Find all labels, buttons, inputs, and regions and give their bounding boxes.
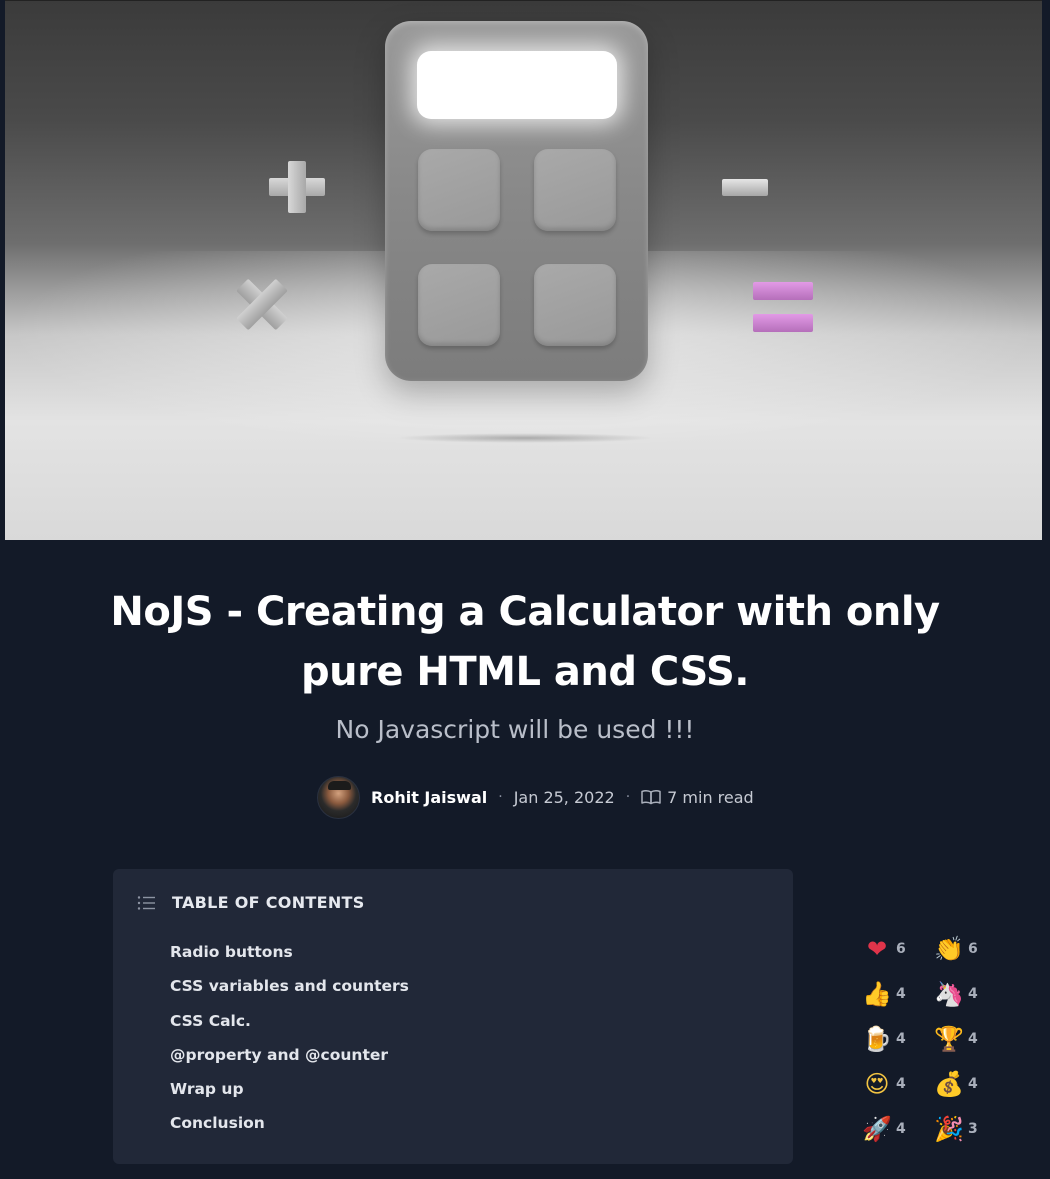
rocket-icon: 🚀	[862, 1115, 892, 1143]
money-bag-icon: 💰	[934, 1070, 964, 1098]
book-open-icon	[641, 790, 661, 805]
toc-header: TABLE OF CONTENTS	[137, 893, 365, 912]
toc-list: Radio buttons CSS variables and counters…	[170, 939, 409, 1145]
article-title: NoJS - Creating a Calculator with only p…	[110, 589, 940, 695]
publish-date[interactable]: Jan 25, 2022	[514, 788, 615, 807]
equals-icon	[753, 314, 813, 332]
reaction-clap[interactable]: 👏 6	[934, 930, 978, 968]
list-icon	[137, 895, 155, 910]
read-time: 7 min read	[667, 787, 754, 807]
calculator-illustration	[385, 21, 648, 381]
reaction-count: 4	[896, 1076, 906, 1092]
reaction-trophy[interactable]: 🏆 4	[934, 1020, 978, 1058]
toc-item-radio-buttons[interactable]: Radio buttons	[170, 939, 409, 973]
reaction-count: 4	[896, 1031, 906, 1047]
heart-eyes-icon: 😍	[864, 1070, 890, 1098]
reaction-count: 6	[896, 941, 906, 957]
equals-icon	[753, 282, 813, 300]
reaction-count: 6	[968, 941, 978, 957]
clap-icon: 👏	[934, 935, 964, 963]
author-avatar[interactable]	[317, 775, 360, 819]
calculator-key	[534, 149, 616, 231]
reaction-unicorn[interactable]: 🦄 4	[934, 975, 978, 1013]
toc-item-conclusion[interactable]: Conclusion	[170, 1110, 409, 1144]
reaction-count: 4	[896, 986, 906, 1002]
author-name[interactable]: Rohit Jaiswal	[371, 788, 487, 807]
reaction-heart-eyes[interactable]: 😍 4	[862, 1065, 906, 1103]
calculator-key	[418, 149, 500, 231]
table-of-contents: TABLE OF CONTENTS Radio buttons CSS vari…	[113, 869, 793, 1164]
party-popper-icon: 🎉	[934, 1115, 964, 1143]
toc-item-wrap-up[interactable]: Wrap up	[170, 1076, 409, 1110]
article-meta: Rohit Jaiswal · Jan 25, 2022 · 7 min rea…	[317, 775, 754, 819]
reaction-money-bag[interactable]: 💰 4	[934, 1065, 978, 1103]
trophy-icon: 🏆	[934, 1025, 964, 1053]
reaction-rocket[interactable]: 🚀 4	[862, 1110, 906, 1148]
calculator-key	[418, 264, 500, 346]
reaction-count: 4	[968, 986, 978, 1002]
reaction-beer[interactable]: 🍺 4	[862, 1020, 906, 1058]
toc-item-css-calc[interactable]: CSS Calc.	[170, 1008, 409, 1042]
heart-icon: ❤	[866, 935, 888, 963]
meta-separator: ·	[625, 789, 631, 805]
toc-title: TABLE OF CONTENTS	[172, 893, 365, 912]
calculator-shadow	[395, 433, 655, 443]
beer-icon: 🍺	[862, 1025, 892, 1053]
reaction-count: 3	[968, 1121, 978, 1137]
reaction-heart[interactable]: ❤ 6	[862, 930, 906, 968]
meta-separator: ·	[498, 789, 503, 805]
toc-item-css-variables[interactable]: CSS variables and counters	[170, 973, 409, 1007]
toc-item-property-counter[interactable]: @property and @counter	[170, 1042, 409, 1076]
reaction-thumbs-up[interactable]: 👍 4	[862, 975, 906, 1013]
unicorn-icon: 🦄	[934, 980, 964, 1008]
calculator-key	[534, 264, 616, 346]
minus-icon	[722, 179, 768, 196]
calculator-screen	[417, 51, 617, 119]
cover-image	[5, 0, 1042, 540]
plus-icon	[288, 161, 306, 213]
reaction-count: 4	[968, 1031, 978, 1047]
reaction-party[interactable]: 🎉 3	[934, 1110, 978, 1148]
thumbs-up-icon: 👍	[862, 980, 892, 1008]
reaction-count: 4	[968, 1076, 978, 1092]
article-subtitle: No Javascript will be used !!!	[335, 715, 695, 744]
reaction-count: 4	[896, 1121, 906, 1137]
